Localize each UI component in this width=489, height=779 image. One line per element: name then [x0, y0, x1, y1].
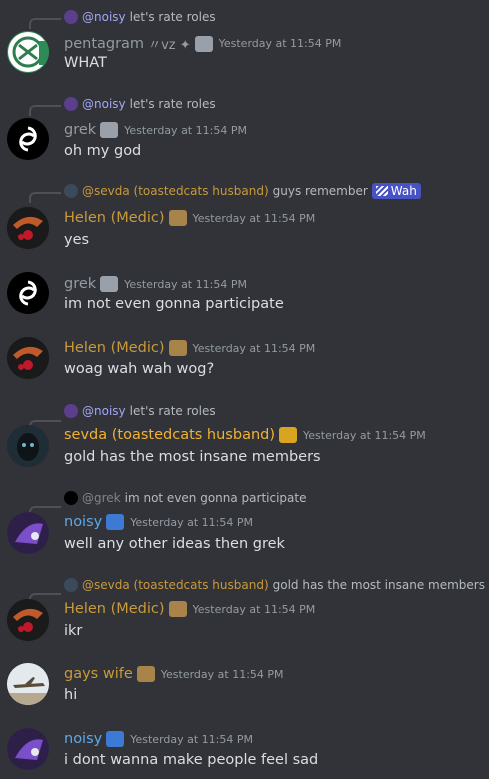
- timestamp[interactable]: Yesterday at 11:54 PM: [193, 212, 316, 225]
- author-name[interactable]: noisy: [64, 513, 102, 531]
- message-text: WHAT: [64, 55, 107, 71]
- timestamp[interactable]: Yesterday at 11:54 PM: [124, 124, 247, 137]
- role-icon: [168, 340, 187, 356]
- reply-mention[interactable]: @sevda (toastedcats husband): [82, 577, 269, 593]
- medic-avatar-icon: [7, 599, 49, 641]
- message-text: i dont wanna make people feel sad: [64, 752, 319, 768]
- reply-text: im not even gonna participate: [124, 491, 307, 505]
- timestamp[interactable]: Yesterday at 11:54 PM: [193, 603, 316, 616]
- avatar[interactable]: [7, 599, 49, 641]
- timestamp[interactable]: Yesterday at 11:54 PM: [161, 668, 284, 681]
- author-name[interactable]: Helen (Medic): [64, 209, 165, 227]
- author-name[interactable]: grek: [64, 275, 96, 293]
- author-name[interactable]: sevda (toastedcats husband): [64, 426, 275, 444]
- avatar[interactable]: [7, 337, 49, 379]
- timestamp[interactable]: Yesterday at 11:54 PM: [124, 278, 247, 291]
- avatar[interactable]: [7, 728, 49, 770]
- role-icon: [168, 601, 187, 617]
- avatar[interactable]: [7, 207, 49, 249]
- reply-connector: [29, 18, 61, 29]
- message-text: hi: [64, 687, 78, 703]
- avatar[interactable]: [7, 663, 49, 705]
- reply-avatar-icon: [64, 10, 78, 24]
- role-icon: [168, 210, 187, 226]
- reply-mention[interactable]: @noisy: [82, 9, 126, 25]
- noisy-avatar-icon: [7, 512, 49, 554]
- reply-text: gold has the most insane members: [272, 578, 485, 592]
- reply-avatar-icon: [64, 491, 78, 505]
- author-name[interactable]: pentagram: [64, 35, 144, 53]
- airplane-avatar-icon: [7, 663, 49, 705]
- reply-preview[interactable]: @sevda (toastedcats husband) gold has th…: [64, 577, 485, 593]
- channel-tag-label: Wah: [390, 184, 417, 198]
- swirl-avatar-icon: [7, 272, 49, 314]
- reply-preview[interactable]: @grek im not even gonna participate: [64, 490, 307, 506]
- reply-text: let's rate roles: [129, 97, 216, 111]
- reply-avatar-icon: [64, 184, 78, 198]
- avatar[interactable]: [7, 272, 49, 314]
- timestamp[interactable]: Yesterday at 11:54 PM: [303, 429, 426, 442]
- author-name[interactable]: noisy: [64, 730, 102, 748]
- role-icon: [106, 731, 125, 747]
- channel-tag[interactable]: Wah: [371, 183, 421, 199]
- role-icon: [106, 514, 125, 530]
- message-text: gold has the most insane members: [64, 449, 321, 465]
- reply-preview[interactable]: @noisy let's rate roles: [64, 96, 216, 112]
- message-text: yes: [64, 232, 90, 248]
- role-icon: [279, 427, 298, 443]
- reply-preview[interactable]: @sevda (toastedcats husband) guys rememb…: [64, 183, 421, 199]
- reply-mention[interactable]: @grek: [82, 490, 121, 506]
- message-text: woag wah wah wog?: [64, 361, 215, 377]
- reply-mention[interactable]: @sevda (toastedcats husband): [82, 183, 269, 199]
- reply-avatar-icon: [64, 578, 78, 592]
- author-name[interactable]: gays wife: [64, 665, 133, 683]
- message-text: ikr: [64, 623, 83, 639]
- reply-text: let's rate roles: [129, 404, 216, 418]
- reply-avatar-icon: [64, 97, 78, 111]
- reply-text: guys remember: [272, 184, 368, 198]
- reply-preview[interactable]: @noisy let's rate roles: [64, 403, 216, 419]
- reply-text: let's rate roles: [129, 10, 216, 24]
- sevda-avatar-icon: [7, 425, 49, 467]
- timestamp[interactable]: Yesterday at 11:54 PM: [193, 342, 316, 355]
- reply-preview[interactable]: @noisy let's rate roles: [64, 9, 216, 25]
- reply-avatar-icon: [64, 404, 78, 418]
- message-text: well any other ideas then grek: [64, 536, 285, 552]
- avatar[interactable]: [7, 425, 49, 467]
- author-name[interactable]: Helen (Medic): [64, 600, 165, 618]
- reply-mention[interactable]: @noisy: [82, 403, 126, 419]
- message-text: im not even gonna participate: [64, 296, 284, 312]
- pentagram-avatar-icon: [8, 32, 49, 72]
- reply-connector: [29, 192, 61, 203]
- reply-mention[interactable]: @noisy: [82, 96, 126, 112]
- avatar[interactable]: [7, 512, 49, 554]
- timestamp[interactable]: Yesterday at 11:54 PM: [130, 733, 253, 746]
- swirl-avatar-icon: [7, 118, 49, 160]
- avatar[interactable]: [7, 31, 49, 73]
- timestamp[interactable]: Yesterday at 11:54 PM: [219, 37, 342, 50]
- author-name[interactable]: grek: [64, 121, 96, 139]
- avatar[interactable]: [7, 118, 49, 160]
- noisy-avatar-icon: [7, 728, 49, 770]
- reply-connector: [29, 105, 61, 116]
- message-text: oh my god: [64, 143, 142, 159]
- timestamp[interactable]: Yesterday at 11:54 PM: [130, 516, 253, 529]
- role-icon: [194, 35, 213, 52]
- medic-avatar-icon: [7, 337, 49, 379]
- author-suffix: 〃vz ✦: [148, 38, 191, 53]
- wah-icon: [375, 186, 388, 196]
- role-icon: [136, 666, 155, 682]
- author-name[interactable]: Helen (Medic): [64, 339, 165, 357]
- role-icon: [100, 122, 119, 138]
- medic-avatar-icon: [7, 207, 49, 249]
- role-icon: [100, 276, 119, 292]
